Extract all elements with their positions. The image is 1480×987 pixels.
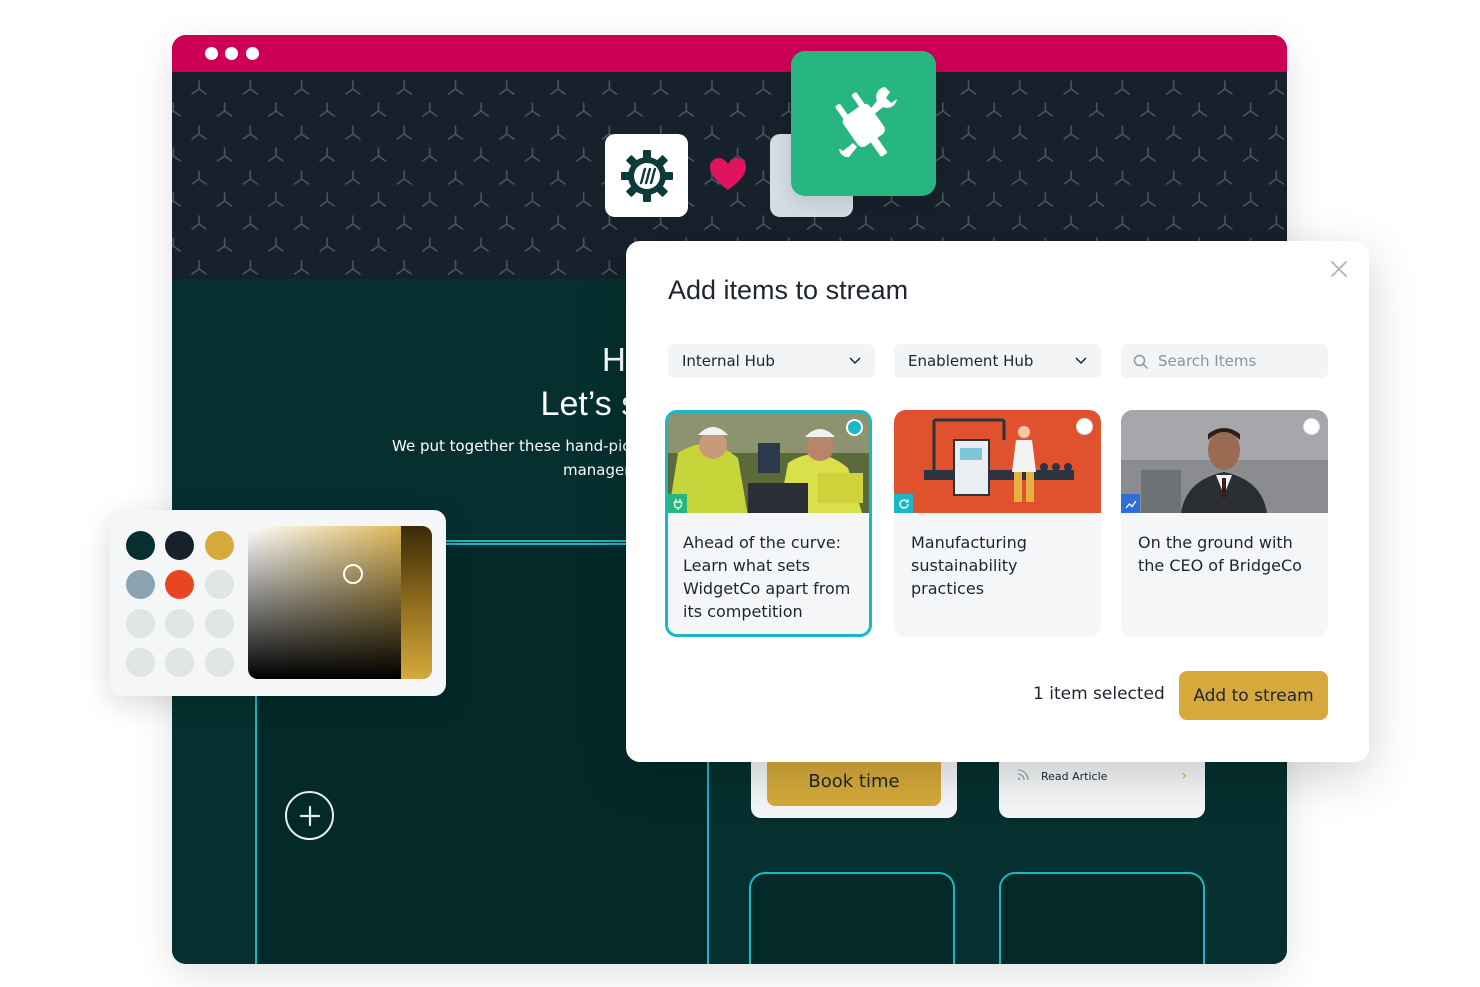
plus-icon bbox=[299, 805, 320, 826]
add-items-modal: Add items to stream Internal Hub Enablem… bbox=[626, 241, 1369, 762]
empty-card-slot[interactable] bbox=[999, 872, 1205, 964]
color-swatch[interactable] bbox=[165, 531, 194, 560]
color-swatch[interactable] bbox=[165, 570, 194, 599]
plug-wrench-icon bbox=[835, 86, 897, 157]
item-type-badge bbox=[668, 494, 687, 513]
item-select-radio[interactable] bbox=[1076, 418, 1093, 435]
plug-icon bbox=[673, 498, 682, 510]
item-card[interactable]: On the ground with the CEO of BridgeCo bbox=[1121, 410, 1328, 637]
color-swatch[interactable] bbox=[126, 531, 155, 560]
heart-icon bbox=[710, 158, 746, 190]
search-input[interactable] bbox=[1158, 352, 1308, 370]
color-swatch[interactable] bbox=[205, 570, 234, 599]
add-to-stream-button[interactable]: Add to stream bbox=[1179, 671, 1328, 720]
item-title: Manufacturing sustainability practices bbox=[911, 533, 1027, 598]
search-icon bbox=[1133, 354, 1148, 369]
color-swatch[interactable] bbox=[205, 531, 234, 560]
hero-subtext: We put together these hand-picke bbox=[392, 437, 648, 455]
trend-icon bbox=[1125, 500, 1137, 508]
item-select-radio[interactable] bbox=[1303, 418, 1320, 435]
color-picker bbox=[110, 510, 446, 696]
color-knob[interactable] bbox=[343, 564, 363, 584]
color-swatch[interactable] bbox=[126, 609, 155, 638]
subhub-select[interactable]: Enablement Hub bbox=[894, 344, 1101, 378]
item-thumbnail bbox=[1121, 410, 1328, 513]
hub-select-value: Internal Hub bbox=[682, 352, 775, 370]
hero-subtext-2: managen bbox=[563, 461, 634, 479]
chevron-down-icon bbox=[849, 357, 861, 365]
item-card[interactable]: Manufacturing sustainability practices bbox=[894, 410, 1101, 637]
rss-icon bbox=[1017, 768, 1029, 784]
saturation-area[interactable] bbox=[248, 526, 432, 679]
empty-card-slot[interactable] bbox=[749, 872, 955, 964]
hero-greeting: H bbox=[602, 341, 626, 378]
color-swatch[interactable] bbox=[165, 609, 194, 638]
search-field[interactable] bbox=[1121, 344, 1328, 378]
read-article-row[interactable]: Read Article › bbox=[1017, 768, 1187, 784]
window-dot-close[interactable] bbox=[205, 47, 218, 60]
read-article-label: Read Article bbox=[1041, 769, 1108, 783]
chevron-down-icon bbox=[1075, 357, 1087, 365]
gear-logo-icon bbox=[620, 149, 673, 202]
hub-select[interactable]: Internal Hub bbox=[668, 344, 875, 378]
add-block-button[interactable] bbox=[285, 791, 334, 840]
color-swatch[interactable] bbox=[126, 570, 155, 599]
book-time-button[interactable]: Book time bbox=[767, 756, 941, 806]
color-swatch[interactable] bbox=[126, 648, 155, 677]
close-button[interactable] bbox=[1327, 257, 1351, 281]
window-dot-minimize[interactable] bbox=[225, 47, 238, 60]
item-card[interactable]: Ahead of the curve: Learn what sets Widg… bbox=[665, 410, 872, 637]
item-title: Ahead of the curve: Learn what sets Widg… bbox=[683, 533, 851, 621]
close-icon bbox=[1331, 261, 1347, 277]
panel-divider bbox=[444, 540, 634, 542]
refresh-icon bbox=[898, 498, 909, 509]
item-thumbnail bbox=[668, 413, 869, 513]
window-dot-maximize[interactable] bbox=[246, 47, 259, 60]
hue-slider[interactable] bbox=[401, 526, 432, 679]
item-thumbnail bbox=[894, 410, 1101, 513]
color-swatch[interactable] bbox=[205, 609, 234, 638]
window-titlebar bbox=[172, 35, 1287, 72]
modal-title: Add items to stream bbox=[668, 275, 909, 305]
integration-logo bbox=[791, 51, 936, 196]
item-title: On the ground with the CEO of BridgeCo bbox=[1138, 533, 1302, 575]
color-swatch[interactable] bbox=[205, 648, 234, 677]
item-select-radio[interactable] bbox=[846, 419, 863, 436]
subhub-select-value: Enablement Hub bbox=[908, 352, 1034, 370]
item-type-badge bbox=[1121, 494, 1140, 513]
item-type-badge bbox=[894, 494, 913, 513]
chevron-right-icon: › bbox=[1181, 768, 1187, 784]
selection-count: 1 item selected bbox=[1033, 684, 1165, 704]
color-swatch[interactable] bbox=[165, 648, 194, 677]
company-logo bbox=[605, 134, 688, 217]
